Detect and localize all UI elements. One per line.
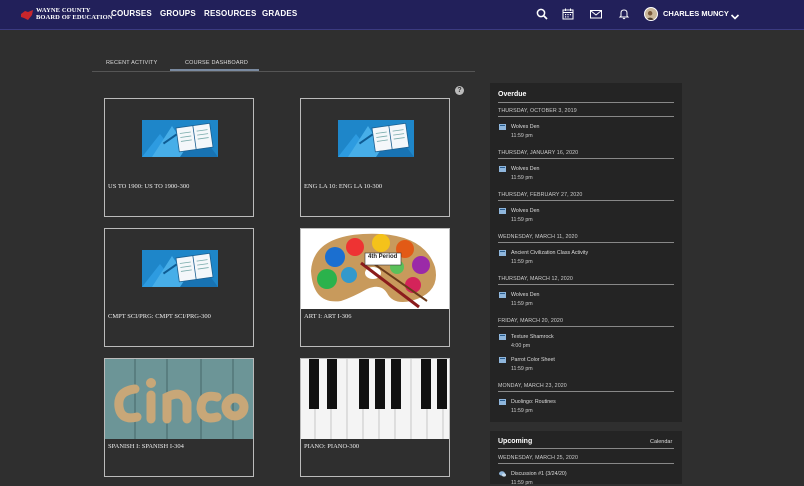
school-name-line2: BOARD OF EDUCATION xyxy=(36,13,113,21)
assignment-icon xyxy=(499,250,506,256)
course-card[interactable]: 4th Period ART I: ART I-306 xyxy=(300,228,450,347)
divider xyxy=(498,448,674,449)
divider xyxy=(498,158,674,159)
overdue-item-time: 11:59 pm xyxy=(511,175,533,181)
active-tab-indicator xyxy=(170,69,259,71)
upcoming-item-time: 11:59 pm xyxy=(511,480,533,486)
top-navigation-bar: WAYNE COUNTY BOARD OF EDUCATION COURSES … xyxy=(0,0,804,30)
assignment-icon xyxy=(499,208,506,214)
school-logo[interactable]: WAYNE COUNTY BOARD OF EDUCATION xyxy=(20,7,113,21)
overdue-item-name[interactable]: Wolves Den xyxy=(511,124,539,130)
upcoming-item-name[interactable]: Discussion #1 (3/24/20) xyxy=(511,471,567,477)
user-avatar[interactable] xyxy=(644,7,658,21)
course-card[interactable]: PIANO: PIANO-300 xyxy=(300,358,450,477)
period-badge: 4th Period xyxy=(368,254,398,260)
assignment-icon xyxy=(499,124,506,130)
overdue-item-time: 11:59 pm xyxy=(511,301,533,307)
nav-groups[interactable]: GROUPS xyxy=(160,9,196,18)
divider xyxy=(498,391,674,392)
overdue-item-name[interactable]: Wolves Den xyxy=(511,208,539,214)
divider xyxy=(498,116,674,117)
upcoming-panel: Upcoming Calendar WEDNESDAY, MARCH 25, 2… xyxy=(490,431,682,486)
overdue-panel: Overdue THURSDAY, OCTOBER 3, 2019 Wolves… xyxy=(490,83,682,422)
search-icon[interactable] xyxy=(535,7,549,21)
overdue-date: THURSDAY, OCTOBER 3, 2019 xyxy=(498,108,577,114)
tab-recent-activity[interactable]: RECENT ACTIVITY xyxy=(106,60,158,66)
overdue-date: THURSDAY, MARCH 12, 2020 xyxy=(498,276,573,282)
overdue-item-name[interactable]: Parrot Color Sheet xyxy=(511,357,555,363)
bell-icon[interactable] xyxy=(617,7,631,21)
overdue-item-time: 11:59 pm xyxy=(511,408,533,414)
overdue-item-name[interactable]: Texture Shamrock xyxy=(511,334,554,340)
assignment-icon xyxy=(499,357,506,363)
cinco-wood-image xyxy=(105,359,253,439)
divider xyxy=(498,463,674,464)
divider xyxy=(498,242,674,243)
overdue-item-name[interactable]: Ancient Civilization Class Activity xyxy=(511,250,588,256)
course-title[interactable]: SPANISH I: SPANISH I-304 xyxy=(108,443,184,450)
overdue-date: FRIDAY, MARCH 20, 2020 xyxy=(498,318,564,324)
overdue-item-name[interactable]: Duolingo: Routines xyxy=(511,399,556,405)
course-title[interactable]: CMPT SCI/PRG: CMPT SCI/PRG-300 xyxy=(108,313,211,320)
calendar-icon[interactable] xyxy=(561,7,575,21)
mail-icon[interactable] xyxy=(589,7,603,21)
school-name: WAYNE COUNTY BOARD OF EDUCATION xyxy=(36,7,113,21)
overdue-title: Overdue xyxy=(498,91,527,98)
paint-palette-image: 4th Period xyxy=(301,229,449,309)
overdue-date: THURSDAY, FEBRUARY 27, 2020 xyxy=(498,192,583,198)
overdue-item-time: 11:59 pm xyxy=(511,259,533,265)
overdue-date: MONDAY, MARCH 23, 2020 xyxy=(498,383,567,389)
course-title[interactable]: ART I: ART I-306 xyxy=(304,313,352,320)
chevron-down-icon[interactable] xyxy=(730,9,740,20)
course-card[interactable]: US TO 1900: US TO 1900-300 xyxy=(104,98,254,217)
upcoming-date: WEDNESDAY, MARCH 25, 2020 xyxy=(498,455,579,461)
overdue-date: WEDNESDAY, MARCH 11, 2020 xyxy=(498,234,578,240)
overdue-item-time: 11:59 pm xyxy=(511,133,533,139)
overdue-item-time: 4:00 pm xyxy=(511,343,531,349)
divider xyxy=(498,102,674,103)
calendar-link[interactable]: Calendar xyxy=(650,439,672,445)
dashboard-tabs: RECENT ACTIVITY COURSE DASHBOARD xyxy=(92,57,475,72)
course-card[interactable]: SPANISH I: SPANISH I-304 xyxy=(104,358,254,477)
book-icon xyxy=(142,120,218,157)
course-thumbnail xyxy=(301,99,449,179)
help-icon[interactable]: ? xyxy=(455,86,464,95)
course-card[interactable]: ENG LA 10: ENG LA 10-300 xyxy=(300,98,450,217)
overdue-date: THURSDAY, JANUARY 16, 2020 xyxy=(498,150,579,156)
course-card[interactable]: CMPT SCI/PRG: CMPT SCI/PRG-300 xyxy=(104,228,254,347)
book-icon xyxy=(338,120,414,157)
divider xyxy=(498,284,674,285)
course-thumbnail xyxy=(105,229,253,309)
upcoming-title: Upcoming xyxy=(498,438,533,445)
divider xyxy=(498,326,674,327)
state-map-icon xyxy=(21,9,33,20)
nav-resources[interactable]: RESOURCES xyxy=(204,9,256,18)
overdue-item-name[interactable]: Wolves Den xyxy=(511,292,539,298)
assignment-icon xyxy=(499,334,506,340)
overdue-item-name[interactable]: Wolves Den xyxy=(511,166,539,172)
overdue-item-time: 11:59 pm xyxy=(511,366,533,372)
course-title[interactable]: PIANO: PIANO-300 xyxy=(304,443,359,450)
nav-courses[interactable]: COURSES xyxy=(111,9,152,18)
course-title[interactable]: ENG LA 10: ENG LA 10-300 xyxy=(304,183,382,190)
nav-grades[interactable]: GRADES xyxy=(262,9,297,18)
course-thumbnail xyxy=(105,99,253,179)
course-title[interactable]: US TO 1900: US TO 1900-300 xyxy=(108,183,189,190)
assignment-icon xyxy=(499,166,506,172)
assignment-icon xyxy=(499,399,506,405)
discussion-icon xyxy=(499,471,506,477)
divider xyxy=(498,200,674,201)
piano-keys-image xyxy=(301,359,449,439)
assignment-icon xyxy=(499,292,506,298)
overdue-item-time: 11:59 pm xyxy=(511,217,533,223)
book-icon xyxy=(142,250,218,287)
user-name[interactable]: CHARLES MUNCY xyxy=(663,9,729,18)
tab-course-dashboard[interactable]: COURSE DASHBOARD xyxy=(185,60,248,66)
